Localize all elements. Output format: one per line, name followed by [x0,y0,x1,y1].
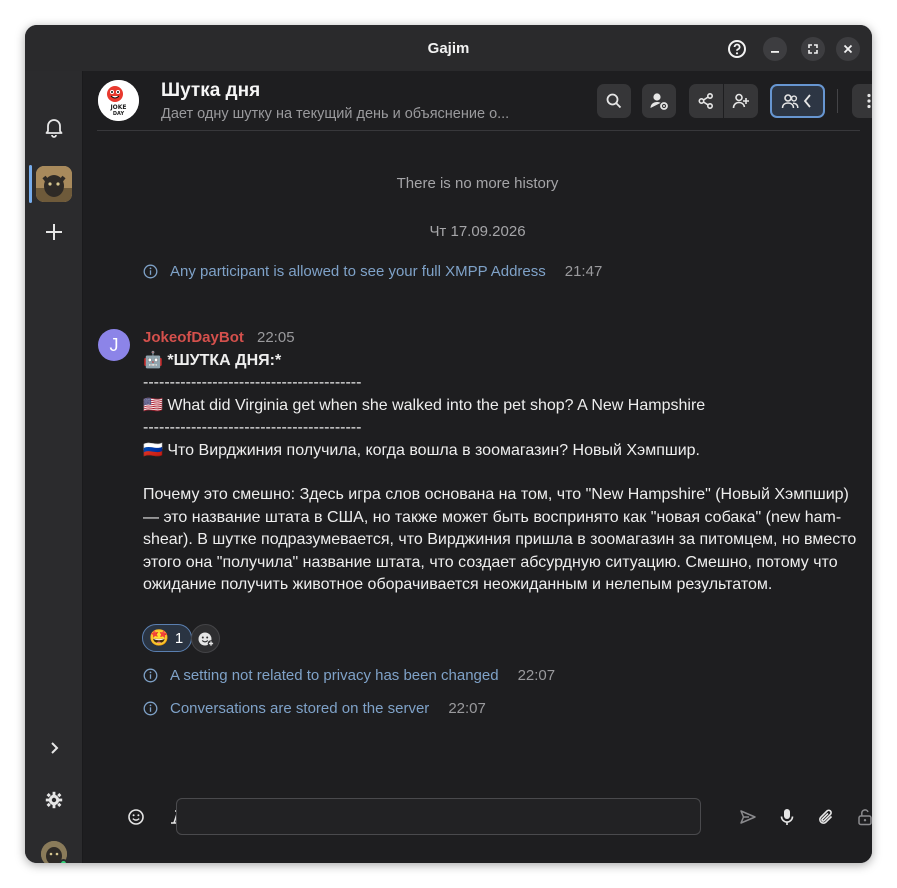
no-more-history-label: There is no more history [396,175,559,192]
send-icon [740,810,756,824]
message-author[interactable]: JokeofDayBot [143,329,244,346]
paperclip-icon [819,809,833,824]
info-message: A setting not related to privacy has bee… [143,667,555,684]
reaction-count: 1 [174,629,184,647]
info-icon [143,701,158,716]
info-icon [143,668,158,683]
message-line: ----------------------------------------… [143,419,362,437]
add-emoji-icon [198,632,214,647]
minimize-button[interactable] [763,37,787,61]
share-icon [698,92,714,110]
search-icon [606,93,622,109]
send-button[interactable] [737,806,759,828]
info-message-text: Any participant is allowed to see your f… [170,263,546,280]
unlock-icon [858,809,872,826]
header-divider [97,130,860,131]
participants-toggle-button[interactable] [770,84,825,118]
bell-icon[interactable] [25,111,83,143]
info-message-text: A setting not related to privacy has bee… [170,667,499,684]
header-separator [837,89,838,113]
add-reaction-button[interactable] [191,624,220,653]
info-message: Conversations are stored on the server 2… [143,700,486,717]
help-icon[interactable] [725,37,749,61]
titlebar: Gajim [25,25,872,71]
add-workspace-icon[interactable] [25,217,83,247]
smiley-icon [128,809,144,825]
microphone-icon [780,809,794,825]
message-body: 🤖 *ШУТКА ДНЯ:* -------------------------… [143,350,868,596]
share-invite-group [689,84,758,118]
info-message-time: 22:07 [517,667,556,684]
attach-file-button[interactable] [815,806,837,828]
chat-title: Шутка дня [161,80,261,101]
chat-avatar[interactable]: JOKE DAY [98,80,139,121]
online-status-dot [59,859,68,863]
info-message-time: 21:47 [564,263,603,280]
add-user-icon [732,93,749,109]
chat-description: Дает одну шутку на текущий день и объясн… [161,106,510,122]
expand-chevron-icon[interactable] [25,733,83,763]
window-title: Gajim [427,39,470,57]
message-avatar[interactable]: J [98,329,130,361]
close-button[interactable] [836,37,860,61]
message-line: 🤖 *ШУТКА ДНЯ:* [143,352,282,369]
settings-gear-icon[interactable] [25,786,83,814]
account-workspace[interactable] [25,165,83,203]
info-message-text: Conversations are stored on the server [170,700,430,717]
sidebar [25,71,83,863]
emoji-button[interactable] [125,806,147,828]
reaction-emoji: 🤩 [149,630,169,647]
user-settings-icon [650,93,668,110]
participants-icon [781,94,811,109]
message-line: 🇺🇸 What did Virginia get when she walked… [143,396,706,414]
app-window: Gajim JOKE DAY Шутка дня Дает одну шутку… [25,25,872,863]
more-options-button[interactable] [852,84,872,118]
contact-settings-button[interactable] [642,84,676,118]
chat-view: JOKE DAY Шутка дня Дает одну шутку на те… [83,71,872,863]
reaction-badge[interactable]: 🤩 1 [142,624,193,652]
message-paragraph: Почему это смешно: Здесь игра слов основ… [143,486,857,594]
message-line [143,462,868,484]
search-button[interactable] [597,84,631,118]
maximize-button[interactable] [801,37,825,61]
avatar-logo-text-bottom: DAY [113,111,125,117]
kebab-menu-icon [867,93,871,109]
encryption-button[interactable] [854,806,872,828]
invite-button[interactable] [724,84,758,118]
info-message: Any participant is allowed to see your f… [143,263,602,280]
info-icon [143,264,158,279]
chat-header: JOKE DAY Шутка дня Дает одну шутку на те… [83,71,872,131]
message-line: 🇷🇺 Что Вирджиния получила, когда вошла в… [143,441,700,459]
avatar-logo-text-top: JOKE [109,104,126,111]
workspace-avatar [36,166,72,202]
self-status-avatar[interactable] [25,839,83,863]
date-separator: Чт 17.09.2026 [429,223,526,240]
message-time: 22:05 [257,329,295,346]
message-line: ----------------------------------------… [143,374,362,392]
voice-message-button[interactable] [776,806,798,828]
message-input[interactable] [176,798,701,835]
share-button[interactable] [689,84,723,118]
info-message-time: 22:07 [448,700,486,717]
